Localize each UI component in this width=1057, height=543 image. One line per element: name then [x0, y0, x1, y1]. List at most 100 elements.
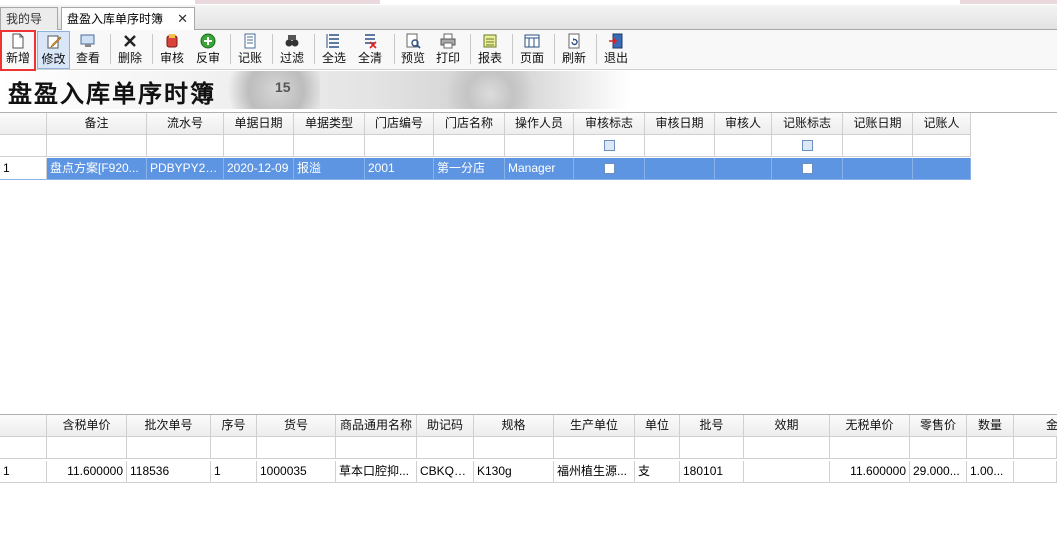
filter-cell[interactable]: [211, 437, 257, 459]
column-header[interactable]: 批次单号: [127, 415, 211, 437]
audit-button[interactable]: 审核: [156, 31, 188, 69]
audit-flag-filter-checkbox[interactable]: [603, 140, 615, 152]
filter-cell[interactable]: [715, 135, 772, 157]
filter-cell[interactable]: [635, 437, 680, 459]
column-header[interactable]: 无税单价: [830, 415, 910, 437]
close-icon[interactable]: ✕: [177, 8, 188, 30]
delete-button[interactable]: 删除: [114, 31, 146, 69]
filter-cell[interactable]: [365, 135, 434, 157]
filter-cell[interactable]: [47, 135, 147, 157]
column-header[interactable]: 门店编号: [365, 113, 434, 135]
tab-my-navigation[interactable]: 我的导航: [0, 7, 58, 48]
clear-all-button[interactable]: 全清: [354, 31, 386, 69]
filter-cell[interactable]: [680, 437, 744, 459]
refresh-button[interactable]: 刷新: [558, 31, 590, 69]
row-index[interactable]: 1: [0, 158, 47, 180]
column-header[interactable]: 零售价: [910, 415, 967, 437]
table-row[interactable]: 1 盘点方案[F920... PDBYPY20... 2020-12-09 报溢…: [0, 158, 971, 180]
cell-serial[interactable]: PDBYPY20...: [147, 158, 224, 180]
column-header[interactable]: 货号: [257, 415, 336, 437]
cell-store-name[interactable]: 第一分店: [434, 158, 505, 180]
column-header[interactable]: 金额: [1014, 415, 1057, 437]
filter-cell[interactable]: [554, 437, 635, 459]
audit-flag-checkbox[interactable]: [603, 163, 615, 175]
cell-notax-price[interactable]: 11.600000: [830, 461, 910, 483]
select-all-button[interactable]: 全选: [318, 31, 350, 69]
column-header[interactable]: 审核日期: [645, 113, 715, 135]
column-header[interactable]: 效期: [744, 415, 830, 437]
cell-expiry[interactable]: [744, 461, 830, 483]
column-header[interactable]: 单据类型: [294, 113, 365, 135]
filter-cell[interactable]: [772, 135, 843, 157]
filter-cell[interactable]: [910, 437, 967, 459]
column-header[interactable]: 批号: [680, 415, 744, 437]
filter-cell[interactable]: [913, 135, 971, 157]
cell-unit[interactable]: 支: [635, 461, 680, 483]
cell-mnemonic[interactable]: CBKQYJG: [417, 461, 474, 483]
column-header[interactable]: 记账标志: [772, 113, 843, 135]
column-header[interactable]: 门店名称: [434, 113, 505, 135]
filter-cell[interactable]: [224, 135, 294, 157]
exit-button[interactable]: 退出: [600, 31, 632, 69]
column-header[interactable]: 规格: [474, 415, 554, 437]
report-button[interactable]: 报表: [474, 31, 506, 69]
filter-cell[interactable]: [645, 135, 715, 157]
cell-operator[interactable]: Manager: [505, 158, 574, 180]
filter-cell[interactable]: [1014, 437, 1057, 459]
post-flag-filter-checkbox[interactable]: [801, 140, 813, 152]
cell-date[interactable]: 2020-12-09: [224, 158, 294, 180]
tab-profit-inbound-journal[interactable]: 盘盈入库单序时簿 ✕: [61, 7, 195, 31]
cell-tax-price[interactable]: 11.600000: [47, 461, 127, 483]
post-flag-checkbox[interactable]: [801, 163, 813, 175]
column-header[interactable]: 数量: [967, 415, 1014, 437]
filter-cell[interactable]: [257, 437, 336, 459]
column-header[interactable]: 记账日期: [843, 113, 913, 135]
row-index[interactable]: 1: [0, 461, 47, 483]
cell-remark[interactable]: 盘点方案[F920...: [47, 158, 147, 180]
filter-cell[interactable]: [505, 135, 574, 157]
column-header[interactable]: 操作人员: [505, 113, 574, 135]
filter-cell[interactable]: [127, 437, 211, 459]
cell-qty[interactable]: 1.00...: [967, 461, 1014, 483]
column-header[interactable]: 序号: [211, 415, 257, 437]
cell-audit-date[interactable]: [645, 158, 715, 180]
cell-product-name[interactable]: 草本口腔抑...: [336, 461, 417, 483]
page-button[interactable]: 页面: [516, 31, 548, 69]
print-button[interactable]: 打印: [432, 31, 464, 69]
cell-lot[interactable]: 180101: [680, 461, 744, 483]
filter-cell[interactable]: [574, 135, 645, 157]
column-header[interactable]: 单据日期: [224, 113, 294, 135]
cell-batch[interactable]: 118536: [127, 461, 211, 483]
cell-auditor[interactable]: [715, 158, 772, 180]
view-button[interactable]: 查看: [73, 31, 103, 69]
cell-type[interactable]: 报溢: [294, 158, 365, 180]
column-header[interactable]: 商品通用名称: [336, 415, 417, 437]
cell-manufacturer[interactable]: 福州植生源...: [554, 461, 635, 483]
preview-button[interactable]: 预览: [398, 31, 428, 69]
column-header[interactable]: 单位: [635, 415, 680, 437]
cell-retail[interactable]: 29.000...: [910, 461, 967, 483]
filter-cell[interactable]: [843, 135, 913, 157]
cell-post-flag[interactable]: [772, 158, 843, 180]
column-header[interactable]: 助记码: [417, 415, 474, 437]
filter-cell[interactable]: [294, 135, 365, 157]
column-header[interactable]: 记账人: [913, 113, 971, 135]
column-header[interactable]: 备注: [47, 113, 147, 135]
filter-cell[interactable]: [417, 437, 474, 459]
table-row[interactable]: 1 11.600000 118536 1 1000035 草本口腔抑... CB…: [0, 461, 1057, 483]
cell-seq[interactable]: 1: [211, 461, 257, 483]
cell-sku[interactable]: 1000035: [257, 461, 336, 483]
column-header[interactable]: 含税单价: [47, 415, 127, 437]
cell-amount[interactable]: [1014, 461, 1057, 483]
cell-store-no[interactable]: 2001: [365, 158, 434, 180]
filter-cell[interactable]: [47, 437, 127, 459]
column-header[interactable]: 流水号: [147, 113, 224, 135]
filter-cell[interactable]: [336, 437, 417, 459]
cell-poster[interactable]: [913, 158, 971, 180]
cell-audit-flag[interactable]: [574, 158, 645, 180]
filter-cell[interactable]: [744, 437, 830, 459]
filter-cell[interactable]: [147, 135, 224, 157]
edit-button[interactable]: 修改: [37, 31, 70, 69]
cell-spec[interactable]: K130g: [474, 461, 554, 483]
cell-post-date[interactable]: [843, 158, 913, 180]
